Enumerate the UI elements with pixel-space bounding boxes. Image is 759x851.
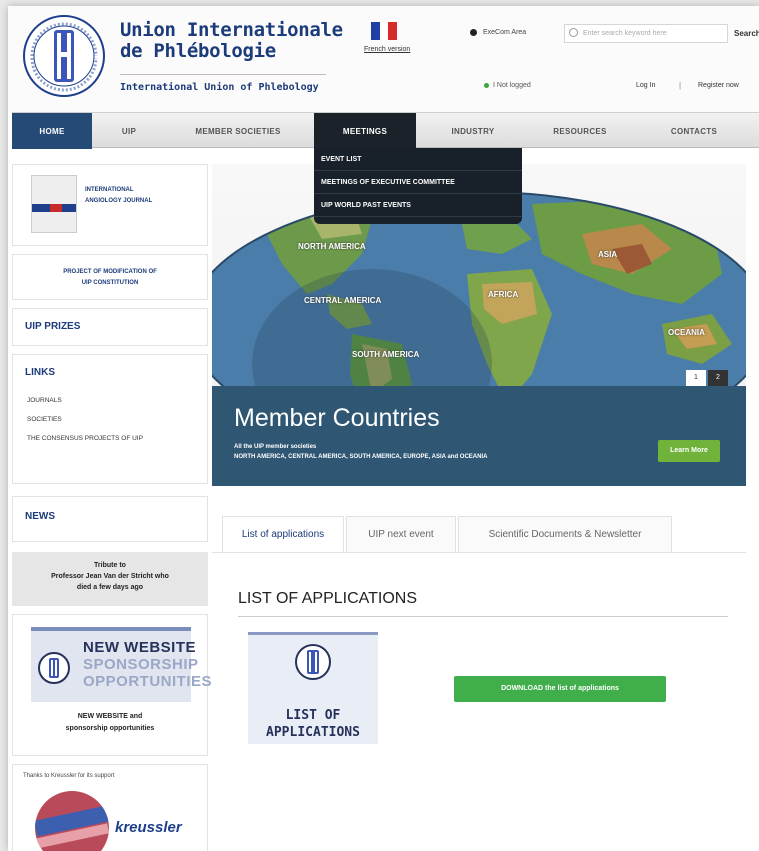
- tab-scientific-documents[interactable]: Scientific Documents & Newsletter: [458, 516, 672, 552]
- hero-caption: Member Countries All the UIP member soci…: [212, 386, 746, 486]
- site-title: Union Internationale de Phlébologie: [120, 20, 343, 62]
- constitution-link[interactable]: PROJECT OF MODIFICATION OF UIP CONSTITUT…: [13, 267, 207, 289]
- kreussler-globe-icon[interactable]: [35, 791, 109, 851]
- links-box: LINKS JOURNALS SOCIETIES THE CONSENSUS P…: [12, 354, 208, 484]
- sponsorship-image-line1: NEW WEBSITE: [83, 639, 196, 656]
- kreussler-thanks: Thanks to Kreussler for its support: [23, 773, 115, 779]
- applications-image-line1: LIST OF: [285, 708, 341, 723]
- search-placeholder: Enter search keyword here: [583, 30, 667, 37]
- map-label-oceania: OCEANIA: [668, 328, 705, 337]
- nav-contacts[interactable]: CONTACTS: [644, 113, 744, 149]
- constitution-line1: PROJECT OF MODIFICATION OF: [63, 269, 157, 275]
- sponsorship-caption-line1: NEW WEBSITE and: [77, 713, 143, 720]
- nav-resources[interactable]: RESOURCES: [530, 113, 630, 149]
- dropdown-past-events[interactable]: UIP WORLD PAST EVENTS: [314, 194, 522, 217]
- slider-page-2[interactable]: 2: [708, 370, 728, 386]
- search-icon: [569, 28, 578, 37]
- tab-list-of-applications[interactable]: List of applications: [222, 516, 344, 552]
- site-header: Union Internationale de Phlébologie Inte…: [8, 6, 759, 112]
- link-societies[interactable]: SOCIETIES: [27, 410, 143, 429]
- tribute-line1: Tribute to: [94, 562, 126, 569]
- sponsorship-box[interactable]: NEW WEBSITE SPONSORSHIP OPPORTUNITIES NE…: [12, 614, 212, 756]
- applications-rule: [238, 616, 728, 617]
- applications-title: LIST OF APPLICATIONS: [238, 590, 418, 607]
- applications-image-line2: APPLICATIONS: [266, 725, 360, 740]
- link-journals[interactable]: JOURNALS: [27, 391, 143, 410]
- register-link[interactable]: Register now: [698, 82, 739, 89]
- tabs-panel: List of applications UIP next event Scie…: [212, 506, 746, 766]
- header-separator: |: [679, 81, 682, 90]
- site-title-line2: de Phlébologie: [120, 40, 276, 62]
- prizes-title[interactable]: UIP PRIZES: [25, 321, 80, 332]
- nav-uip[interactable]: UIP: [98, 113, 160, 149]
- sponsorship-caption-line2: sponsorship opportunities: [65, 725, 155, 732]
- journal-label-line2: ANGIOLOGY JOURNAL: [85, 198, 153, 204]
- hero-subtitle: All the UIP member societies NORTH AMERI…: [234, 442, 487, 462]
- sponsorship-image[interactable]: NEW WEBSITE SPONSORSHIP OPPORTUNITIES: [31, 627, 212, 702]
- tribute-box[interactable]: Tribute to Professor Jean Van der Strich…: [12, 552, 208, 606]
- news-box[interactable]: NEWS: [12, 496, 208, 542]
- login-status: I Not logged: [484, 82, 531, 89]
- site-subtitle: International Union of Phlebology: [120, 82, 319, 93]
- tribute-line2: Professor Jean Van der Stricht who: [51, 573, 169, 580]
- journal-box[interactable]: INTERNATIONAL ANGIOLOGY JOURNAL: [12, 164, 208, 246]
- kreussler-box[interactable]: Thanks to Kreussler for its support kreu…: [12, 764, 208, 851]
- links-list: JOURNALS SOCIETIES THE CONSENSUS PROJECT…: [27, 391, 143, 448]
- journal-cover-image[interactable]: [31, 175, 77, 233]
- hero-subtitle-line1: All the UIP member societies: [234, 444, 317, 450]
- browser-page: Union Internationale de Phlébologie Inte…: [8, 6, 759, 851]
- tribute-line3: died a few days ago: [76, 584, 144, 591]
- sponsorship-image-text: NEW WEBSITE SPONSORSHIP OPPORTUNITIES: [83, 639, 212, 690]
- constitution-line2: UIP CONSTITUTION: [81, 280, 139, 286]
- execom-area-link[interactable]: ExeCom Area: [470, 29, 526, 36]
- journal-label-line1: INTERNATIONAL: [85, 187, 134, 193]
- sponsorship-image-line3: OPPORTUNITIES: [83, 673, 213, 690]
- nav-industry[interactable]: INDUSTRY: [430, 113, 516, 149]
- uip-app-logo-icon: [295, 644, 331, 680]
- nav-home[interactable]: HOME: [12, 113, 92, 149]
- site-title-line1: Union Internationale: [120, 19, 343, 41]
- main-nav: HOME UIP MEMBER SOCIETIES MEETINGS INDUS…: [12, 112, 759, 149]
- constitution-box[interactable]: PROJECT OF MODIFICATION OF UIP CONSTITUT…: [12, 254, 208, 300]
- map-label-south-america: SOUTH AMERICA: [352, 350, 420, 359]
- kreussler-logo[interactable]: kreussler: [115, 819, 182, 836]
- hero-title: Member Countries: [234, 404, 440, 432]
- uip-logo[interactable]: [22, 14, 106, 98]
- french-version-link[interactable]: French version: [364, 46, 410, 53]
- dropdown-executive-meetings[interactable]: MEETINGS OF EXECUTIVE COMMITTEE: [314, 171, 522, 194]
- radio-dot-icon: [470, 29, 477, 36]
- learn-more-button[interactable]: Learn More: [658, 440, 720, 462]
- login-status-text: I Not logged: [493, 82, 531, 89]
- map-label-north-america: NORTH AMERICA: [298, 242, 366, 251]
- hero-subtitle-line2: NORTH AMERICA, CENTRAL AMERICA, SOUTH AM…: [234, 454, 488, 460]
- nav-meetings[interactable]: MEETINGS: [314, 113, 416, 149]
- map-label-asia: ASIA: [598, 250, 618, 259]
- dropdown-event-list[interactable]: EVENT LIST: [314, 148, 522, 171]
- map-label-africa: AFRICA: [488, 290, 519, 299]
- french-flag-icon[interactable]: [371, 22, 398, 40]
- login-link[interactable]: Log In: [636, 82, 655, 89]
- tabs-divider: [212, 552, 746, 553]
- title-divider: [120, 74, 326, 75]
- search-button[interactable]: Search: [730, 24, 759, 43]
- prizes-box[interactable]: UIP PRIZES: [12, 308, 208, 346]
- journal-label[interactable]: INTERNATIONAL ANGIOLOGY JOURNAL: [85, 185, 152, 207]
- links-title: LINKS: [25, 367, 55, 378]
- sponsorship-caption[interactable]: NEW WEBSITE and sponsorship opportunitie…: [13, 711, 207, 735]
- map-label-central-america: CENTRAL AMERICA: [304, 296, 382, 305]
- search-input[interactable]: Enter search keyword here: [564, 24, 728, 43]
- applications-image[interactable]: LIST OF APPLICATIONS: [248, 632, 378, 744]
- link-consensus-projects[interactable]: THE CONSENSUS PROJECTS OF UIP: [27, 429, 143, 448]
- download-applications-button[interactable]: DOWNLOAD the list of applications: [454, 676, 666, 702]
- uip-small-logo-icon: [38, 652, 70, 684]
- news-title[interactable]: NEWS: [25, 511, 55, 522]
- slider-page-1[interactable]: 1: [686, 370, 706, 386]
- applications-image-text: LIST OF APPLICATIONS: [248, 707, 378, 741]
- sponsorship-image-line2: SPONSORSHIP: [83, 656, 199, 673]
- tab-uip-next-event[interactable]: UIP next event: [346, 516, 456, 552]
- nav-member-societies[interactable]: MEMBER SOCIETIES: [168, 113, 308, 149]
- meetings-dropdown: EVENT LIST MEETINGS OF EXECUTIVE COMMITT…: [314, 148, 522, 224]
- status-dot-icon: [484, 83, 489, 88]
- execom-area-label: ExeCom Area: [483, 29, 527, 36]
